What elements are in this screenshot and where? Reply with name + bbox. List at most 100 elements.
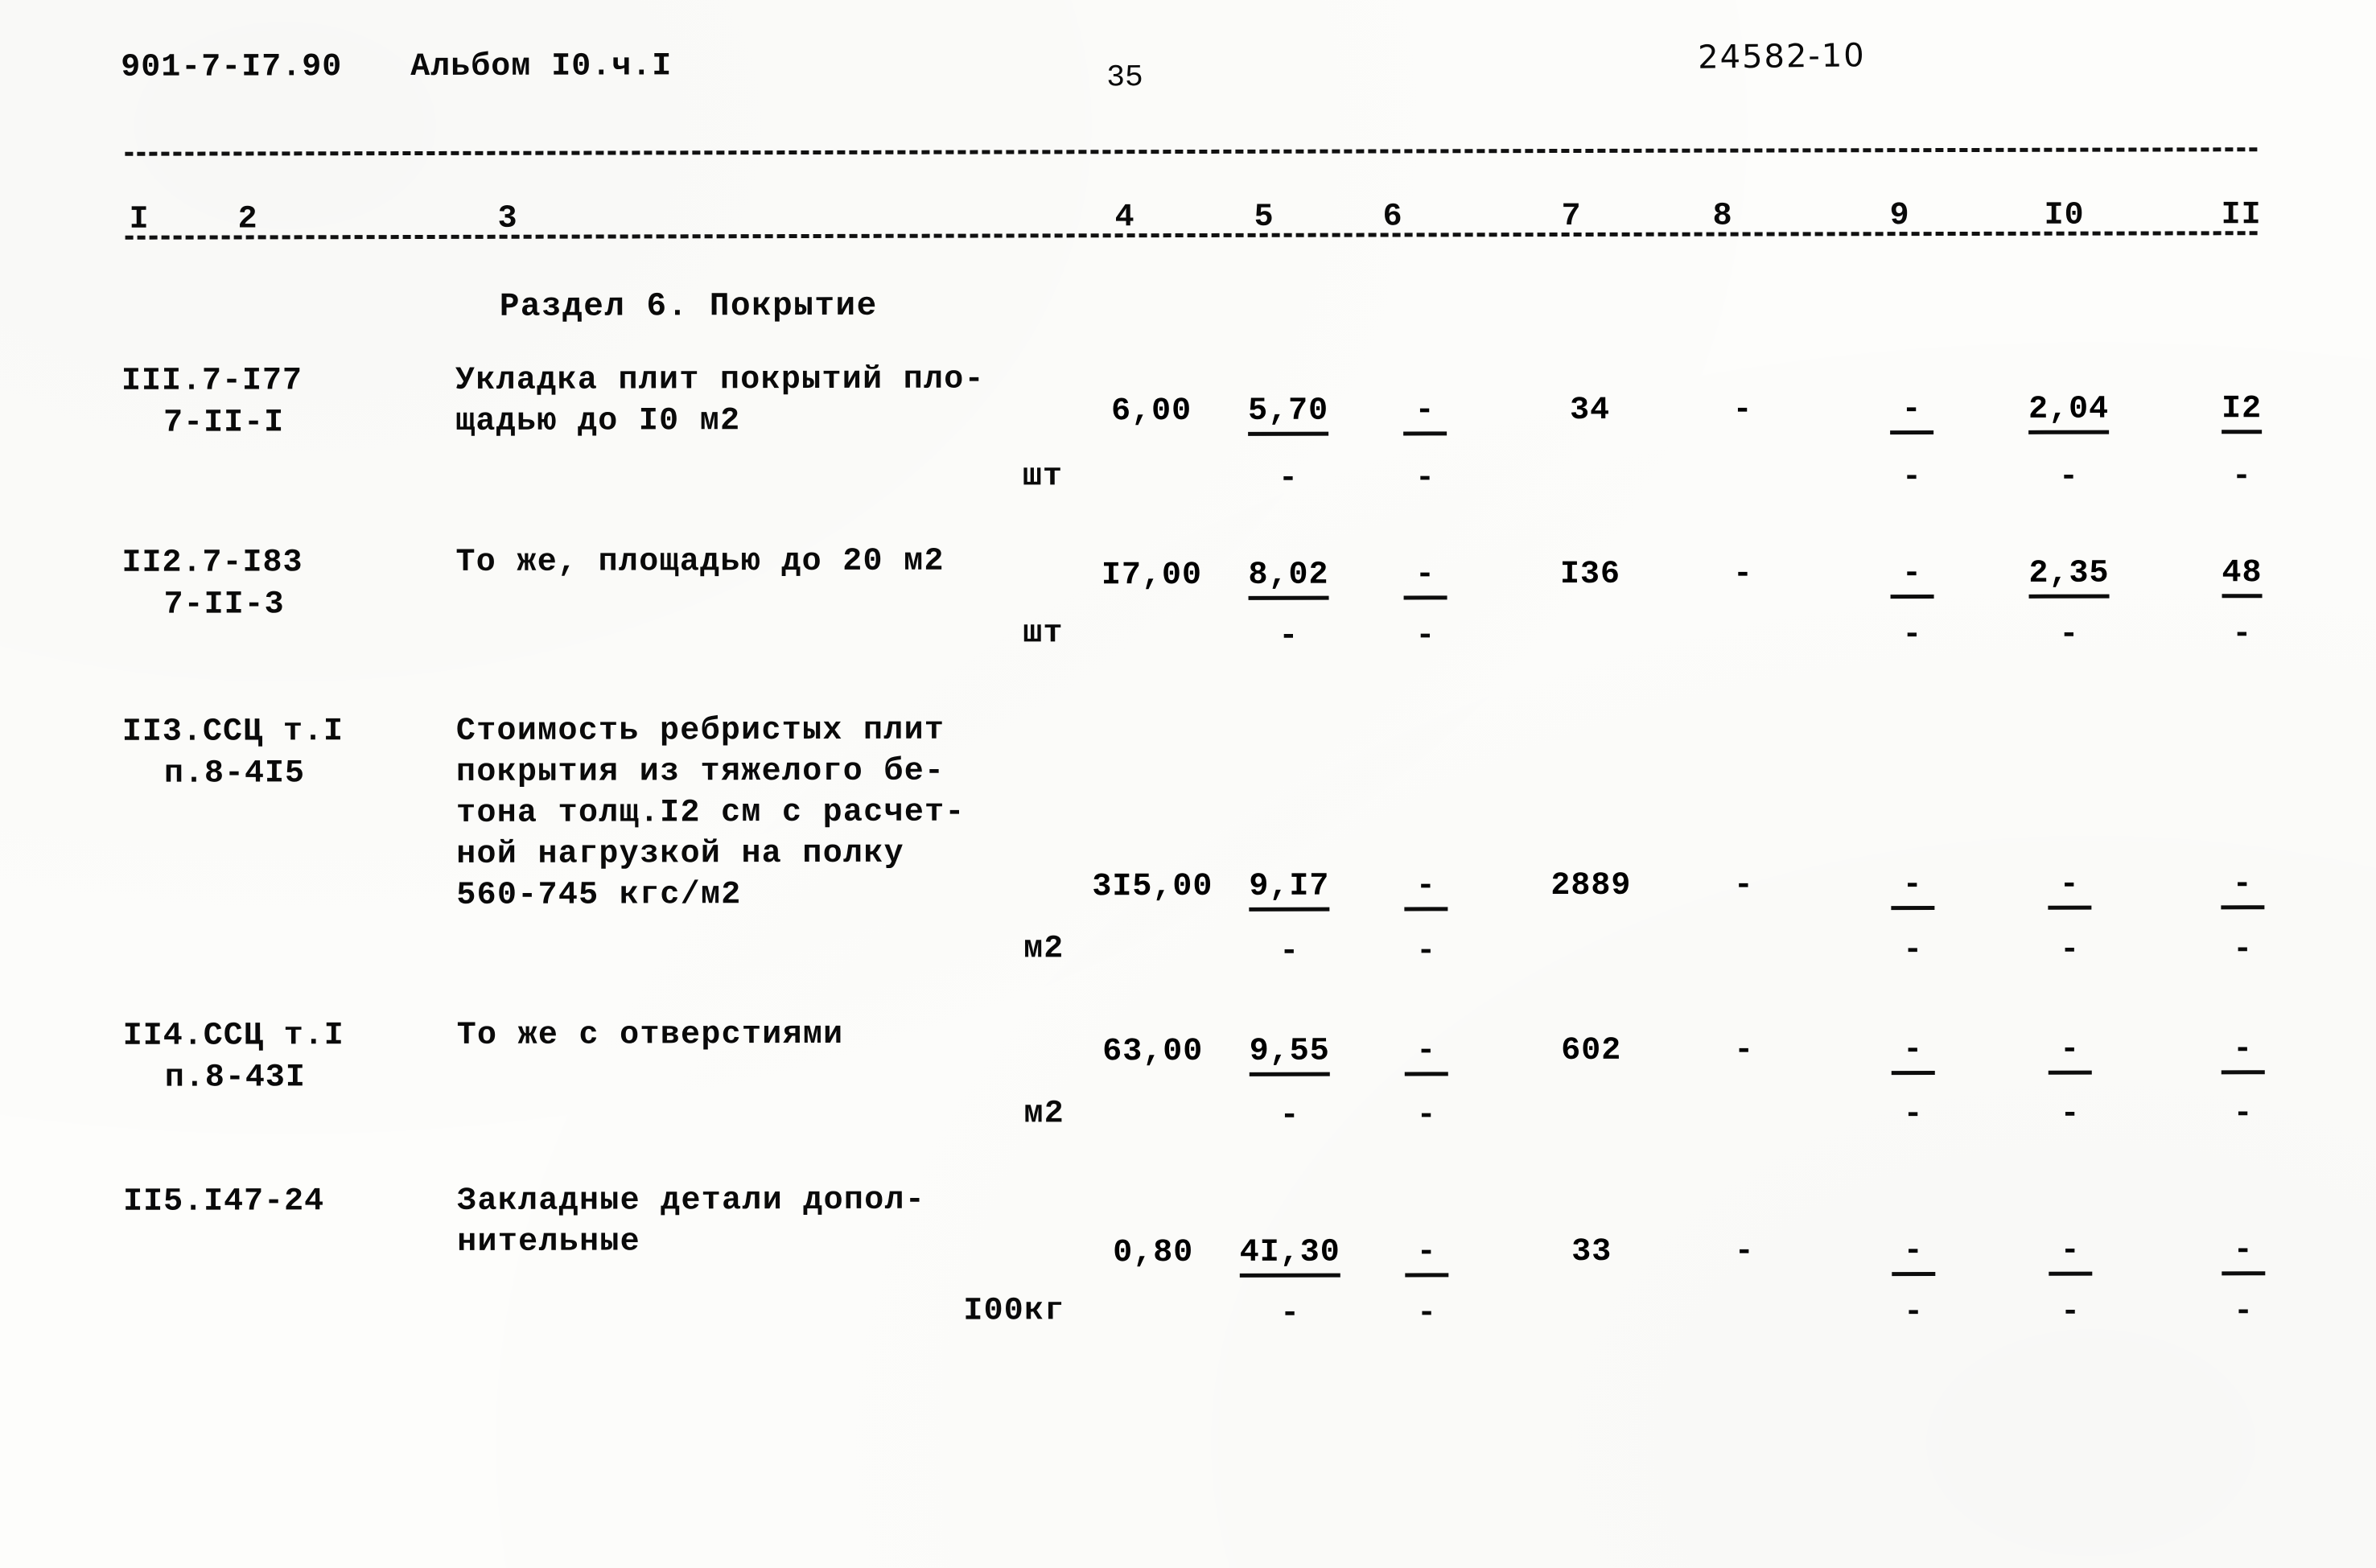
cell-c9_sub: - bbox=[1901, 459, 1922, 496]
row-description-line: Стоимость ребристых плит bbox=[455, 712, 945, 750]
cell-c7: 602 bbox=[1561, 1032, 1622, 1070]
cell-c10_sub: - bbox=[2060, 1096, 2081, 1133]
column-header-8: 8 bbox=[1712, 198, 1733, 235]
row-description: То же, площадью до 20 м2 bbox=[455, 543, 1067, 588]
cell-c6_sub: - bbox=[1417, 1295, 1437, 1332]
column-header-11: II bbox=[2221, 197, 2262, 234]
cell-c10_sub: - bbox=[2060, 932, 2080, 969]
cell-c7: 2889 bbox=[1550, 867, 1632, 905]
page-number: 35 bbox=[1106, 60, 1143, 96]
cell-c9: - bbox=[1890, 392, 1934, 435]
cell-c11_sub: - bbox=[2233, 1096, 2254, 1133]
cell-c9: - bbox=[1891, 867, 1935, 911]
cell-c10_sub: - bbox=[2061, 1294, 2081, 1331]
cell-c11_sub: - bbox=[2233, 932, 2253, 969]
table-top-divider bbox=[125, 147, 2258, 156]
section-title: Раздел 6. Покрытие bbox=[499, 287, 878, 326]
cell-c8: - bbox=[1734, 1032, 1755, 1069]
column-header-4: 4 bbox=[1114, 200, 1135, 237]
row-code-line1: III.7-I77 bbox=[121, 363, 303, 400]
cell-c5_sub: - bbox=[1278, 460, 1299, 497]
cell-c6: - bbox=[1403, 557, 1447, 600]
row-code-line2: п.8-43I bbox=[164, 1060, 306, 1097]
cell-c4: I7,00 bbox=[1101, 557, 1203, 595]
album-label: Альбом I0.ч.I bbox=[410, 48, 673, 86]
column-header-2: 2 bbox=[237, 201, 258, 238]
column-header-7: 7 bbox=[1561, 198, 1582, 236]
table-body: III.7-I77 7-II-I Укладка плит покрытий пло… bbox=[0, 0, 2376, 1332]
cell-c6_sub: - bbox=[1415, 618, 1435, 655]
row-description-line: Укладка плит покрытий пло- bbox=[455, 361, 985, 399]
column-header-10: I0 bbox=[2044, 197, 2085, 234]
cell-c9: - bbox=[1891, 1032, 1935, 1076]
column-header-3: 3 bbox=[497, 200, 518, 237]
cell-c10: - bbox=[2048, 866, 2092, 910]
table-row: II4.ССЦ т.I п.8-43I То же с отверстиями м2 6… bbox=[0, 0, 2376, 1134]
cell-c6: - bbox=[1405, 1234, 1449, 1278]
row-code-line2: п.8-4I5 bbox=[163, 755, 306, 792]
row-description: То же с отверстиями bbox=[456, 1016, 1069, 1061]
row-description-line: То же, площадью до 20 м2 bbox=[455, 543, 945, 581]
table-row: III.7-I77 7-II-I Укладка плит покрытий пло… bbox=[0, 0, 2376, 497]
row-description-line: нительные bbox=[457, 1224, 641, 1261]
cell-c9_sub: - bbox=[1903, 1097, 1924, 1134]
cell-c11: - bbox=[2222, 1233, 2266, 1276]
archive-stamp-code: 24582-10 bbox=[1697, 37, 1867, 76]
cell-c11: - bbox=[2221, 1031, 2265, 1075]
cell-c5: 9,I7 bbox=[1249, 868, 1330, 912]
cell-c10: 2,04 bbox=[2028, 391, 2110, 434]
cell-c5: 8,02 bbox=[1248, 557, 1329, 600]
row-description: Закладные детали допол-нительные bbox=[457, 1183, 1069, 1268]
row-code-line2: 7-II-3 bbox=[163, 586, 285, 623]
cell-c6: - bbox=[1403, 393, 1447, 436]
row-unit: м2 bbox=[1023, 1096, 1064, 1133]
cell-c6: - bbox=[1404, 868, 1448, 912]
cell-c8: - bbox=[1732, 556, 1754, 593]
column-header-1: I bbox=[129, 201, 150, 238]
row-code-line1: II4.ССЦ т.I bbox=[122, 1018, 344, 1055]
column-header-5: 5 bbox=[1254, 199, 1274, 236]
cell-c6_sub: - bbox=[1416, 1097, 1437, 1134]
cell-c8: - bbox=[1732, 392, 1753, 429]
cell-c11_sub: - bbox=[2234, 1294, 2254, 1331]
table-header-divider bbox=[125, 231, 2258, 240]
row-description-line: ной нагрузкой на полку bbox=[456, 835, 904, 873]
cell-c11_sub: - bbox=[2232, 616, 2252, 653]
row-code: II4.ССЦ т.I п.8-43I bbox=[122, 1018, 501, 1097]
cell-c4: 0,80 bbox=[1113, 1234, 1194, 1272]
cell-c4: 3I5,00 bbox=[1092, 868, 1213, 906]
row-description-line: То же с отверстиями bbox=[456, 1016, 844, 1054]
row-unit: шт bbox=[1023, 615, 1064, 652]
cell-c8: - bbox=[1733, 867, 1754, 904]
cell-c11: I2 bbox=[2222, 391, 2263, 434]
cell-c6_sub: - bbox=[1416, 933, 1436, 970]
cell-c7: 34 bbox=[1570, 392, 1611, 430]
cell-c10: 2,35 bbox=[2028, 555, 2110, 599]
cell-c10_sub: - bbox=[2059, 616, 2079, 653]
cell-c5_sub: - bbox=[1279, 618, 1299, 655]
cell-c5: 5,70 bbox=[1248, 393, 1329, 436]
row-description-line: тона толщ.I2 см с расчет- bbox=[456, 794, 966, 832]
cell-c11: 48 bbox=[2222, 555, 2263, 599]
row-description-line: 560-745 кгс/м2 bbox=[456, 877, 742, 914]
row-code-line2: 7-II-I bbox=[163, 405, 285, 442]
cell-c5: 9,55 bbox=[1249, 1033, 1330, 1076]
row-code-line1: II2.7-I83 bbox=[121, 545, 303, 582]
cell-c7: I36 bbox=[1559, 556, 1621, 594]
table-row: II5.I47-24 Закладные детали допол-нительн… bbox=[0, 0, 2376, 1332]
cell-c11: - bbox=[2221, 866, 2265, 910]
table-row: II2.7-I83 7-II-3 То же, площадью до 20 м2 ш… bbox=[0, 0, 2376, 655]
column-header-6: 6 bbox=[1382, 199, 1403, 236]
cell-c6_sub: - bbox=[1414, 460, 1435, 497]
cell-c10_sub: - bbox=[2058, 459, 2079, 496]
cell-c5: 4I,30 bbox=[1239, 1234, 1340, 1278]
table-row: II3.ССЦ т.I п.8-4I5 Стоимость ребристых пл… bbox=[0, 0, 2376, 970]
cell-c10: - bbox=[2049, 1233, 2093, 1276]
row-description-line: покрытия из тяжелого бе- bbox=[455, 753, 945, 791]
row-code: II5.I47-24 bbox=[123, 1183, 501, 1220]
row-code-line1: II3.ССЦ т.I bbox=[121, 714, 344, 751]
cell-c6: - bbox=[1404, 1033, 1448, 1076]
row-code-line1: II5.I47-24 bbox=[123, 1183, 325, 1220]
row-code: II3.ССЦ т.I п.8-4I5 bbox=[121, 714, 500, 792]
row-unit: шт bbox=[1022, 459, 1064, 496]
